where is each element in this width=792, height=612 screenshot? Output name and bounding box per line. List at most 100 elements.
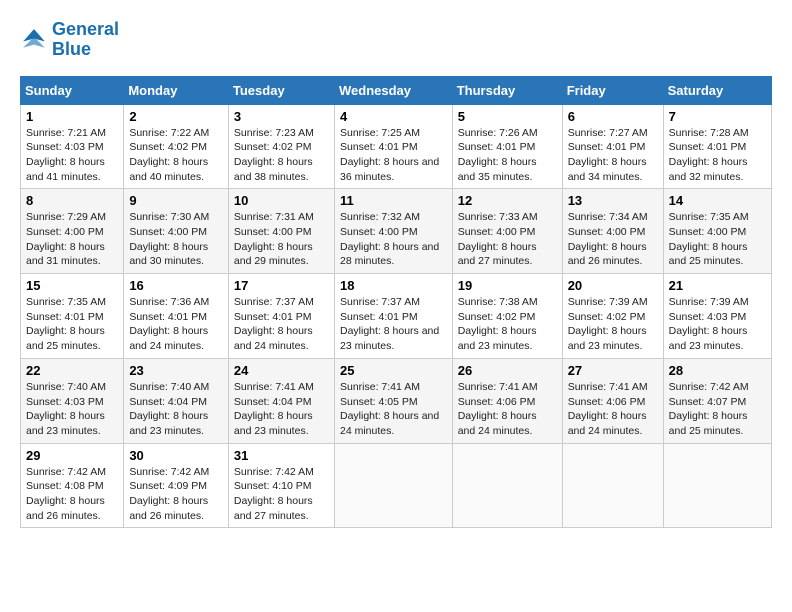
calendar-cell: 20 Sunrise: 7:39 AMSunset: 4:02 PMDayligh… [562, 274, 663, 359]
day-info: Sunrise: 7:25 AMSunset: 4:01 PMDaylight:… [340, 126, 447, 185]
day-info: Sunrise: 7:42 AMSunset: 4:07 PMDaylight:… [669, 380, 766, 439]
day-number: 26 [458, 363, 557, 378]
calendar-week-3: 15Sunrise: 7:35 AMSunset: 4:01 PMDayligh… [21, 274, 772, 359]
day-info: Sunrise: 7:23 AMSunset: 4:02 PMDaylight:… [234, 126, 329, 185]
logo-text: General Blue [52, 20, 119, 60]
day-number: 25 [340, 363, 447, 378]
calendar-cell: 13 Sunrise: 7:34 AMSunset: 4:00 PMDayligh… [562, 189, 663, 274]
day-info: Sunrise: 7:38 AMSunset: 4:02 PMDaylight:… [458, 295, 557, 354]
day-info: Sunrise: 7:28 AMSunset: 4:01 PMDaylight:… [669, 126, 766, 185]
calendar-cell: 10 Sunrise: 7:31 AMSunset: 4:00 PMDayligh… [228, 189, 334, 274]
day-number: 19 [458, 278, 557, 293]
day-number: 9 [129, 193, 223, 208]
day-info: Sunrise: 7:35 AMSunset: 4:01 PMDaylight:… [26, 295, 118, 354]
calendar-cell: 25Sunrise: 7:41 AMSunset: 4:05 PMDayligh… [334, 358, 452, 443]
day-number: 14 [669, 193, 766, 208]
day-number: 30 [129, 448, 223, 463]
calendar-week-4: 22Sunrise: 7:40 AMSunset: 4:03 PMDayligh… [21, 358, 772, 443]
calendar-cell: 6 Sunrise: 7:27 AMSunset: 4:01 PMDaylight… [562, 104, 663, 189]
day-info: Sunrise: 7:39 AMSunset: 4:02 PMDaylight:… [568, 295, 658, 354]
calendar-week-1: 1 Sunrise: 7:21 AMSunset: 4:03 PMDaylight… [21, 104, 772, 189]
day-number: 8 [26, 193, 118, 208]
day-info: Sunrise: 7:32 AMSunset: 4:00 PMDaylight:… [340, 210, 447, 269]
calendar-header-row: SundayMondayTuesdayWednesdayThursdayFrid… [21, 76, 772, 104]
weekday-header-tuesday: Tuesday [228, 76, 334, 104]
calendar-body: 1 Sunrise: 7:21 AMSunset: 4:03 PMDaylight… [21, 104, 772, 528]
day-info: Sunrise: 7:21 AMSunset: 4:03 PMDaylight:… [26, 126, 118, 185]
calendar-cell: 1 Sunrise: 7:21 AMSunset: 4:03 PMDaylight… [21, 104, 124, 189]
day-number: 20 [568, 278, 658, 293]
day-info: Sunrise: 7:37 AMSunset: 4:01 PMDaylight:… [234, 295, 329, 354]
calendar-week-2: 8 Sunrise: 7:29 AMSunset: 4:00 PMDaylight… [21, 189, 772, 274]
day-number: 7 [669, 109, 766, 124]
day-number: 27 [568, 363, 658, 378]
calendar-week-5: 29 Sunrise: 7:42 AMSunset: 4:08 PMDayligh… [21, 443, 772, 528]
day-info: Sunrise: 7:42 AMSunset: 4:09 PMDaylight:… [129, 465, 223, 524]
calendar-cell [334, 443, 452, 528]
day-info: Sunrise: 7:42 AMSunset: 4:08 PMDaylight:… [26, 465, 118, 524]
day-number: 12 [458, 193, 557, 208]
day-info: Sunrise: 7:30 AMSunset: 4:00 PMDaylight:… [129, 210, 223, 269]
day-info: Sunrise: 7:29 AMSunset: 4:00 PMDaylight:… [26, 210, 118, 269]
calendar-cell [663, 443, 771, 528]
calendar-cell: 19 Sunrise: 7:38 AMSunset: 4:02 PMDayligh… [452, 274, 562, 359]
weekday-header-monday: Monday [124, 76, 229, 104]
calendar-cell: 14 Sunrise: 7:35 AMSunset: 4:00 PMDayligh… [663, 189, 771, 274]
day-info: Sunrise: 7:42 AMSunset: 4:10 PMDaylight:… [234, 465, 329, 524]
calendar-cell [562, 443, 663, 528]
calendar-cell: 8 Sunrise: 7:29 AMSunset: 4:00 PMDaylight… [21, 189, 124, 274]
calendar-cell: 26 Sunrise: 7:41 AMSunset: 4:06 PMDayligh… [452, 358, 562, 443]
calendar-cell: 5 Sunrise: 7:26 AMSunset: 4:01 PMDaylight… [452, 104, 562, 189]
day-number: 6 [568, 109, 658, 124]
weekday-header-friday: Friday [562, 76, 663, 104]
day-number: 17 [234, 278, 329, 293]
day-info: Sunrise: 7:26 AMSunset: 4:01 PMDaylight:… [458, 126, 557, 185]
day-info: Sunrise: 7:35 AMSunset: 4:00 PMDaylight:… [669, 210, 766, 269]
weekday-header-thursday: Thursday [452, 76, 562, 104]
day-number: 23 [129, 363, 223, 378]
day-number: 31 [234, 448, 329, 463]
calendar-cell: 17 Sunrise: 7:37 AMSunset: 4:01 PMDayligh… [228, 274, 334, 359]
calendar-cell: 30 Sunrise: 7:42 AMSunset: 4:09 PMDayligh… [124, 443, 229, 528]
calendar-cell: 23Sunrise: 7:40 AMSunset: 4:04 PMDayligh… [124, 358, 229, 443]
calendar-cell: 16 Sunrise: 7:36 AMSunset: 4:01 PMDayligh… [124, 274, 229, 359]
day-number: 18 [340, 278, 447, 293]
day-number: 13 [568, 193, 658, 208]
day-number: 22 [26, 363, 118, 378]
day-number: 3 [234, 109, 329, 124]
calendar-cell: 7 Sunrise: 7:28 AMSunset: 4:01 PMDaylight… [663, 104, 771, 189]
day-number: 11 [340, 193, 447, 208]
weekday-header-saturday: Saturday [663, 76, 771, 104]
day-info: Sunrise: 7:27 AMSunset: 4:01 PMDaylight:… [568, 126, 658, 185]
calendar-cell: 11 Sunrise: 7:32 AMSunset: 4:00 PMDayligh… [334, 189, 452, 274]
day-info: Sunrise: 7:36 AMSunset: 4:01 PMDaylight:… [129, 295, 223, 354]
calendar-cell: 4 Sunrise: 7:25 AMSunset: 4:01 PMDaylight… [334, 104, 452, 189]
calendar-cell: 12Sunrise: 7:33 AMSunset: 4:00 PMDayligh… [452, 189, 562, 274]
day-number: 21 [669, 278, 766, 293]
day-info: Sunrise: 7:34 AMSunset: 4:00 PMDaylight:… [568, 210, 658, 269]
day-info: Sunrise: 7:41 AMSunset: 4:04 PMDaylight:… [234, 380, 329, 439]
calendar-cell: 3 Sunrise: 7:23 AMSunset: 4:02 PMDaylight… [228, 104, 334, 189]
calendar-table: SundayMondayTuesdayWednesdayThursdayFrid… [20, 76, 772, 529]
logo-icon [20, 26, 48, 54]
calendar-cell: 2Sunrise: 7:22 AMSunset: 4:02 PMDaylight… [124, 104, 229, 189]
calendar-cell: 31 Sunrise: 7:42 AMSunset: 4:10 PMDayligh… [228, 443, 334, 528]
day-info: Sunrise: 7:41 AMSunset: 4:06 PMDaylight:… [568, 380, 658, 439]
day-number: 4 [340, 109, 447, 124]
calendar-cell: 29 Sunrise: 7:42 AMSunset: 4:08 PMDayligh… [21, 443, 124, 528]
day-info: Sunrise: 7:31 AMSunset: 4:00 PMDaylight:… [234, 210, 329, 269]
calendar-cell: 18Sunrise: 7:37 AMSunset: 4:01 PMDayligh… [334, 274, 452, 359]
day-number: 10 [234, 193, 329, 208]
day-number: 5 [458, 109, 557, 124]
calendar-cell: 21Sunrise: 7:39 AMSunset: 4:03 PMDayligh… [663, 274, 771, 359]
day-info: Sunrise: 7:41 AMSunset: 4:06 PMDaylight:… [458, 380, 557, 439]
day-number: 1 [26, 109, 118, 124]
day-number: 29 [26, 448, 118, 463]
calendar-cell: 24Sunrise: 7:41 AMSunset: 4:04 PMDayligh… [228, 358, 334, 443]
day-number: 16 [129, 278, 223, 293]
day-number: 28 [669, 363, 766, 378]
day-info: Sunrise: 7:22 AMSunset: 4:02 PMDaylight:… [129, 126, 223, 185]
calendar-cell: 9 Sunrise: 7:30 AMSunset: 4:00 PMDaylight… [124, 189, 229, 274]
calendar-cell [452, 443, 562, 528]
logo: General Blue [20, 20, 119, 60]
